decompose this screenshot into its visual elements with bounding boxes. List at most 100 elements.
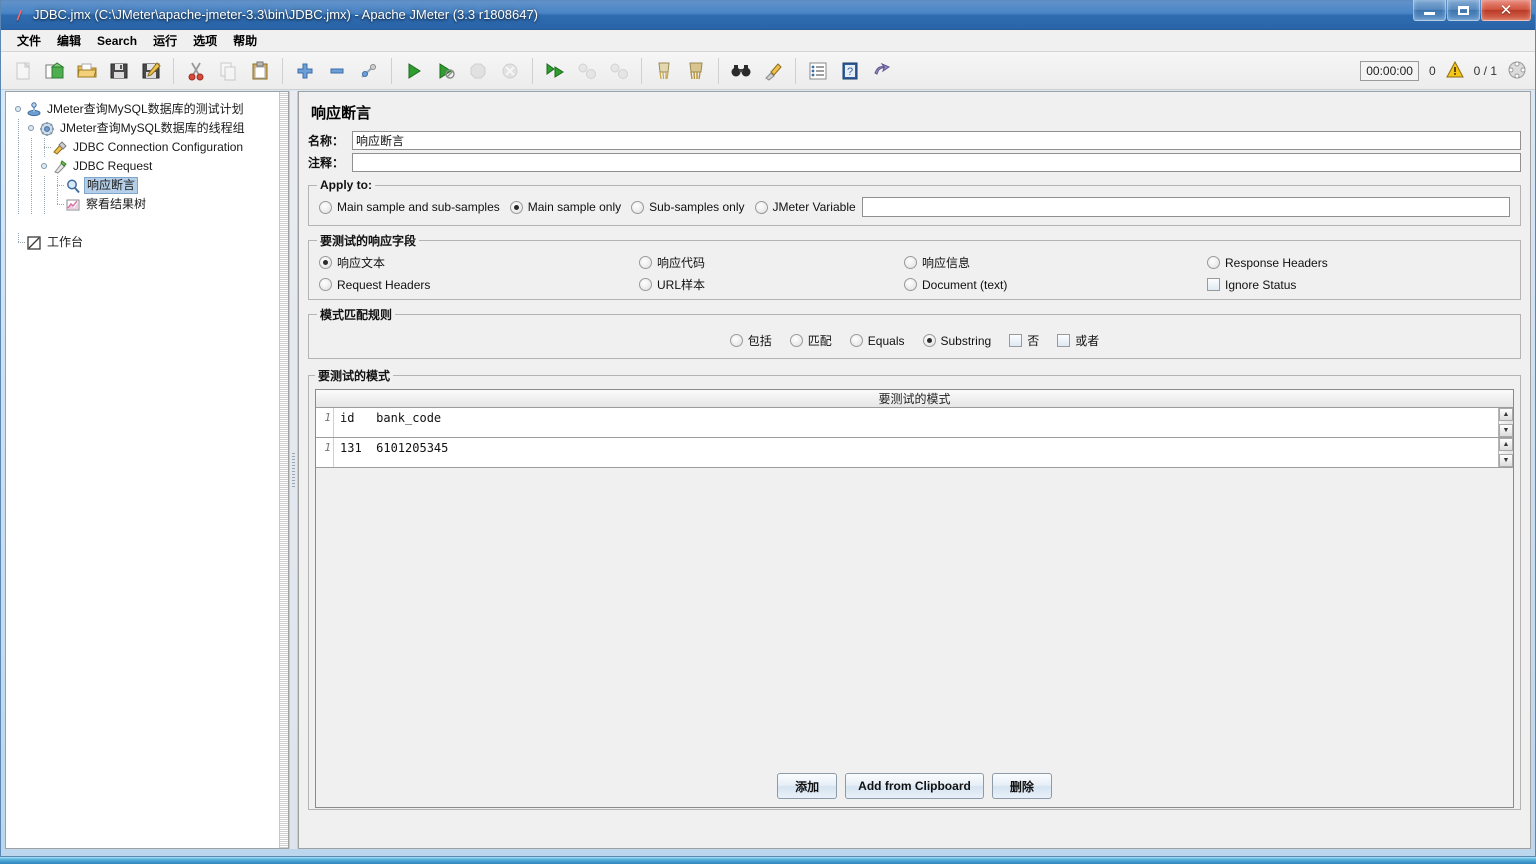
shutdown-button[interactable]: [495, 56, 525, 86]
copy-button[interactable]: [213, 56, 243, 86]
name-input[interactable]: 响应断言: [352, 131, 1521, 150]
toolbar-group-file: [7, 56, 167, 86]
function-helper-button[interactable]: [803, 56, 833, 86]
maximize-button[interactable]: [1447, 0, 1480, 21]
name-label: 名称：: [308, 132, 352, 149]
open-button[interactable]: [72, 56, 102, 86]
start-button[interactable]: [399, 56, 429, 86]
radio-contains[interactable]: 包括: [730, 332, 772, 349]
expand-all-button[interactable]: [290, 56, 320, 86]
radio-sub-only[interactable]: Sub-samples only: [631, 200, 744, 214]
pattern-rules-group: 模式匹配规则 包括 匹配 Equals: [308, 306, 1521, 359]
tree-node-jdbc-connection-configuration[interactable]: JDBC Connection Configuration: [12, 138, 288, 157]
warning-triangle-icon[interactable]: [1446, 61, 1464, 81]
toggle-button[interactable]: [354, 56, 384, 86]
menu-run[interactable]: 运行: [145, 30, 185, 51]
remote-shutdown-all-button[interactable]: [604, 56, 634, 86]
option-label: 响应代码: [657, 254, 705, 271]
search-button[interactable]: [726, 56, 756, 86]
toolbar-status-area: 00:00:00 0 0 / 1: [1360, 52, 1527, 90]
row-scrollbar[interactable]: ▲ ▼: [1498, 438, 1513, 467]
scroll-up-icon[interactable]: ▲: [1499, 438, 1513, 451]
tree-node-thread-group[interactable]: JMeter查询MySQL数据库的线程组: [12, 119, 288, 138]
split-pane-divider[interactable]: [289, 91, 298, 849]
tree-node-view-results-tree[interactable]: 察看结果树: [12, 195, 288, 214]
tree-node-response-assertion[interactable]: 响应断言: [12, 176, 288, 195]
minimize-button[interactable]: [1413, 0, 1446, 21]
radio-document-text[interactable]: Document (text): [904, 276, 1197, 293]
scroll-down-icon[interactable]: ▼: [1499, 454, 1513, 467]
radio-equals[interactable]: Equals: [850, 334, 905, 348]
tree-node-workbench[interactable]: 工作台: [12, 233, 288, 252]
radio-response-text[interactable]: 响应文本: [319, 254, 629, 271]
radio-matches[interactable]: 匹配: [790, 332, 832, 349]
help-button[interactable]: ?: [835, 56, 865, 86]
templates-button[interactable]: [40, 56, 70, 86]
radio-response-message[interactable]: 响应信息: [904, 254, 1197, 271]
cut-button[interactable]: [181, 56, 211, 86]
search-reset-button[interactable]: [758, 56, 788, 86]
table-row[interactable]: 1 131 6101205345 ▲ ▼: [316, 438, 1513, 468]
menu-options[interactable]: 选项: [185, 30, 225, 51]
scroll-down-icon[interactable]: ▼: [1499, 424, 1513, 437]
tree-node-test-plan[interactable]: JMeter查询MySQL数据库的测试计划: [12, 100, 288, 119]
menu-search[interactable]: Search: [89, 32, 145, 50]
close-button[interactable]: ✕: [1481, 0, 1531, 21]
radio-substring[interactable]: Substring: [923, 334, 992, 348]
radio-response-code[interactable]: 响应代码: [639, 254, 894, 271]
scroll-up-icon[interactable]: ▲: [1499, 408, 1513, 421]
remote-start-all-button[interactable]: [540, 56, 570, 86]
clear-all-button[interactable]: [681, 56, 711, 86]
test-plan-icon: [25, 101, 42, 118]
checkbox-not[interactable]: 否: [1009, 332, 1039, 349]
tree-node-label: JMeter查询MySQL数据库的测试计划: [45, 102, 246, 117]
radio-icon: [631, 201, 644, 214]
table-row[interactable]: 1 id bank_code ▲ ▼: [316, 408, 1513, 438]
radio-icon: [319, 278, 332, 291]
row-number: 1: [316, 438, 334, 467]
radio-main-and-sub[interactable]: Main sample and sub-samples: [319, 200, 500, 214]
radio-url-sample[interactable]: URL样本: [639, 276, 894, 293]
expand-handle-icon[interactable]: [25, 119, 38, 138]
new-button[interactable]: [8, 56, 38, 86]
row-scrollbar[interactable]: ▲ ▼: [1498, 408, 1513, 437]
radio-response-headers[interactable]: Response Headers: [1207, 254, 1502, 271]
menu-edit[interactable]: 编辑: [49, 30, 89, 51]
assertion-magnifier-icon: [64, 177, 81, 194]
jmeter-variable-input[interactable]: [862, 197, 1510, 217]
add-from-clipboard-button[interactable]: Add from Clipboard: [845, 773, 984, 799]
row-number: 1: [316, 408, 334, 437]
radio-main-only[interactable]: Main sample only: [510, 200, 621, 214]
paste-button[interactable]: [245, 56, 275, 86]
tree-vertical-scrollbar[interactable]: [279, 92, 288, 848]
expand-handle-icon[interactable]: [38, 157, 51, 176]
option-label: 响应信息: [922, 254, 970, 271]
desktop-taskbar-strip: [0, 857, 1536, 864]
add-button[interactable]: 添加: [777, 773, 837, 799]
delete-button[interactable]: 删除: [992, 773, 1052, 799]
menu-file[interactable]: 文件: [9, 30, 49, 51]
row-value[interactable]: 131 6101205345: [334, 438, 1498, 467]
menu-help[interactable]: 帮助: [225, 30, 265, 51]
option-label: Main sample only: [528, 200, 621, 214]
save-as-button[interactable]: [136, 56, 166, 86]
comment-input[interactable]: [352, 153, 1521, 172]
row-value[interactable]: id bank_code: [334, 408, 1498, 437]
save-button[interactable]: [104, 56, 134, 86]
checkbox-ignore-status[interactable]: Ignore Status: [1207, 276, 1502, 293]
checkbox-or[interactable]: 或者: [1057, 332, 1099, 349]
minimize-icon: [1424, 12, 1435, 15]
undo-redo-button[interactable]: [867, 56, 897, 86]
collapse-all-button[interactable]: [322, 56, 352, 86]
start-no-timers-button[interactable]: [431, 56, 461, 86]
apply-to-legend: Apply to:: [317, 178, 375, 192]
radio-jmeter-variable[interactable]: JMeter Variable: [755, 200, 856, 214]
expand-handle-icon[interactable]: [12, 100, 25, 119]
stop-button[interactable]: [463, 56, 493, 86]
remote-stop-all-button[interactable]: [572, 56, 602, 86]
clear-button[interactable]: [649, 56, 679, 86]
jmeter-main-window: / JDBC.jmx (C:\JMeter\apache-jmeter-3.3\…: [0, 0, 1536, 857]
tree-node-jdbc-request[interactable]: JDBC Request: [12, 157, 288, 176]
radio-request-headers[interactable]: Request Headers: [319, 276, 629, 293]
option-label: Substring: [941, 334, 992, 348]
